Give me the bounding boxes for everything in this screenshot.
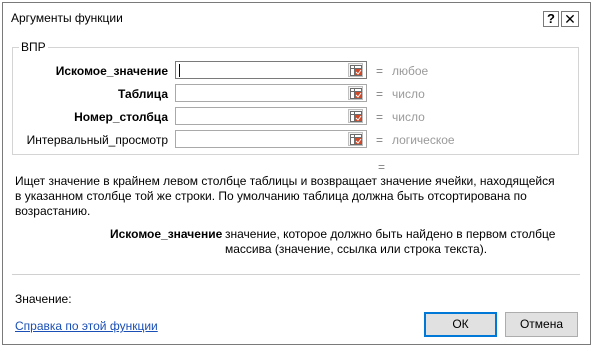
help-button[interactable]: ? (543, 11, 559, 27)
argument-label: Искомое_значение (55, 64, 168, 78)
function-result-equals: = (378, 160, 386, 174)
argument-row-lookup-value: Искомое_значение = любое (3, 61, 588, 81)
argument-row-table: Таблица = число (3, 84, 588, 104)
lookup-value-input[interactable] (175, 61, 367, 79)
text-caret (179, 64, 180, 77)
equals-sign: = (376, 87, 384, 101)
argument-type-hint: число (392, 87, 425, 101)
function-name: ВПР (19, 40, 48, 54)
function-help-link[interactable]: Справка по этой функции (15, 319, 158, 333)
cancel-button[interactable]: Отмена (505, 312, 578, 337)
equals-sign: = (376, 133, 384, 147)
argument-type-hint: любое (392, 64, 429, 78)
argument-label: Номер_столбца (74, 110, 168, 124)
close-button[interactable]: ✕ (561, 11, 579, 27)
function-arguments-dialog: Аргументы функции ? ✕ ВПР Искомое_значен… (2, 2, 591, 345)
dialog-title: Аргументы функции (11, 11, 123, 25)
range-select-icon[interactable] (348, 86, 363, 100)
column-index-input[interactable] (175, 107, 367, 125)
title-bar[interactable]: Аргументы функции ? ✕ (3, 3, 590, 31)
table-array-input[interactable] (175, 84, 367, 102)
argument-row-range-lookup: Интервальный_просмотр = логическое (3, 130, 588, 150)
argument-label: Интервальный_просмотр (26, 133, 168, 147)
argument-row-column-index: Номер_столбца = число (3, 107, 588, 127)
current-argument-name: Искомое_значение (110, 227, 223, 241)
argument-type-hint: число (392, 110, 425, 124)
argument-label: Таблица (117, 87, 168, 101)
equals-sign: = (376, 64, 384, 78)
argument-type-hint: логическое (392, 133, 455, 147)
range-select-icon[interactable] (348, 63, 363, 77)
range-select-icon[interactable] (348, 132, 363, 146)
range-lookup-input[interactable] (175, 130, 367, 148)
current-argument-description: значение, которое должно быть найдено в … (225, 227, 556, 256)
function-description: Ищет значение в крайнем левом столбце та… (15, 174, 555, 218)
range-select-icon[interactable] (348, 109, 363, 123)
formula-result-label: Значение: (15, 292, 72, 306)
ok-button[interactable]: ОК (424, 312, 497, 337)
divider (12, 274, 580, 275)
equals-sign: = (376, 110, 384, 124)
